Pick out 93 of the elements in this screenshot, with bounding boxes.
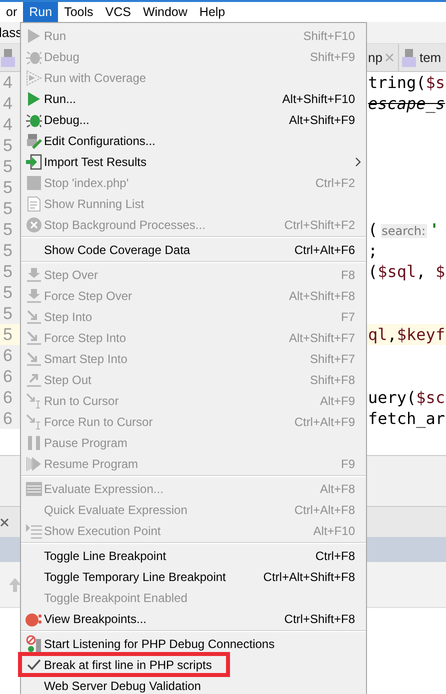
shortcut-text: F8 bbox=[340, 268, 355, 282]
shortcut-text: Alt+F9 bbox=[320, 394, 355, 408]
shortcut-text: F7 bbox=[340, 310, 355, 324]
php-file-icon bbox=[1, 48, 15, 66]
play-icon bbox=[26, 28, 40, 44]
line-number: 5 bbox=[0, 198, 20, 219]
menu-item[interactable]: Debug... Alt+Shift+F9 bbox=[21, 109, 366, 130]
menu-item[interactable]: Toggle Line Breakpoint Ctrl+F8 bbox=[21, 545, 366, 566]
pause-icon bbox=[26, 434, 40, 450]
menu-item[interactable]: Show Code Coverage Data Ctrl+Alt+F6 bbox=[21, 239, 366, 260]
shortcut-text: Shift+F10 bbox=[303, 28, 355, 42]
line-number: 6 bbox=[0, 387, 20, 408]
shortcut-text: Alt+Shift+F8 bbox=[288, 288, 355, 302]
step-over-icon bbox=[26, 266, 42, 282]
line-number: 6 bbox=[0, 345, 20, 366]
execution-point-icon bbox=[24, 522, 42, 538]
shortcut-text: Ctrl+Alt+F9 bbox=[294, 414, 355, 428]
line-number: 5 bbox=[0, 177, 20, 198]
close-icon[interactable] bbox=[385, 53, 394, 62]
code-line: ($sql, $ bbox=[368, 262, 446, 281]
line-number: 5 bbox=[0, 303, 20, 324]
line-number: 5 bbox=[0, 156, 20, 177]
line-number: 5 bbox=[0, 219, 20, 240]
cursor-arrow-icon bbox=[26, 414, 42, 430]
line-number: 5 bbox=[0, 240, 20, 261]
up-arrow-icon bbox=[8, 576, 22, 592]
bug-icon bbox=[26, 112, 42, 128]
step-over-icon bbox=[26, 288, 42, 304]
menu-item[interactable]: Edit Configurations... bbox=[21, 130, 366, 151]
stop-icon bbox=[26, 176, 40, 190]
shortcut-text: Ctrl+F2 bbox=[315, 176, 355, 190]
menu-bar-item[interactable]: or bbox=[0, 2, 24, 22]
menu-item[interactable]: Run... Alt+Shift+F10 bbox=[21, 88, 366, 109]
line-number: 4 bbox=[0, 93, 20, 114]
editor-tab[interactable]: tem bbox=[398, 44, 446, 71]
list-icon bbox=[26, 196, 40, 212]
code-line: fetch_ar bbox=[368, 409, 446, 428]
shortcut-text: Ctrl+Alt+F6 bbox=[294, 242, 355, 256]
shortcut-text: Ctrl+Shift+F2 bbox=[284, 218, 355, 232]
cursor-arrow-icon bbox=[26, 392, 42, 408]
shortcut-text: F9 bbox=[340, 456, 355, 470]
menu-bar-item[interactable]: Tools bbox=[58, 2, 100, 22]
cancel-icon bbox=[26, 216, 42, 232]
hatched-triangle-icon bbox=[26, 70, 42, 86]
close-icon bbox=[0, 518, 9, 526]
shortcut-text: Alt+Shift+F7 bbox=[288, 330, 355, 344]
shortcut-text: Shift+F9 bbox=[310, 50, 355, 64]
code-line: ( search: ' bbox=[368, 220, 440, 239]
menu-bar-item[interactable]: Window bbox=[136, 2, 194, 22]
shortcut-text: Ctrl+Alt+F8 bbox=[294, 502, 355, 516]
shortcut-text: Shift+F7 bbox=[310, 352, 355, 366]
shortcut-text: Alt+Shift+F10 bbox=[282, 92, 355, 106]
import-arrow-icon bbox=[26, 154, 42, 170]
menu-item[interactable]: Toggle Temporary Line Breakpoint Ctrl+Alt+Shift+F8 bbox=[21, 566, 366, 587]
shortcut-text: Ctrl+Shift+F8 bbox=[284, 612, 355, 626]
menu-item[interactable]: View Breakpoints... Ctrl+Shift+F8 bbox=[21, 608, 366, 629]
code-line: uery($sc bbox=[368, 388, 446, 407]
table-icon bbox=[26, 482, 42, 496]
code-line: ql,$keyf bbox=[368, 325, 446, 344]
shortcut-text: Alt+F8 bbox=[320, 482, 355, 496]
line-number: 4 bbox=[0, 72, 20, 93]
step-into-icon bbox=[26, 330, 42, 346]
menu-item[interactable]: Start Listening for PHP Debug Connections bbox=[21, 633, 366, 654]
line-number: 4 bbox=[0, 114, 20, 135]
menu-item[interactable]: Import Test Results bbox=[21, 151, 366, 172]
shortcut-text: Alt+F10 bbox=[313, 524, 355, 538]
menu-bar-item[interactable]: Help bbox=[193, 2, 232, 22]
menu-bar-item[interactable]: VCS bbox=[99, 2, 137, 22]
line-number: 5 bbox=[0, 282, 20, 303]
line-number: 6 bbox=[0, 366, 20, 387]
php-file-icon bbox=[402, 48, 416, 66]
config-pencil-icon bbox=[26, 132, 42, 148]
step-into-icon bbox=[26, 350, 42, 366]
shortcut-text: Ctrl+Alt+Shift+F8 bbox=[263, 570, 355, 584]
shortcut-text: Shift+F8 bbox=[310, 372, 355, 386]
line-number: 5 bbox=[0, 135, 20, 156]
line-number: 5 bbox=[0, 261, 20, 282]
play-icon bbox=[26, 90, 40, 106]
listen-icon bbox=[26, 634, 42, 652]
menu-bar-item[interactable]: Run bbox=[23, 2, 58, 22]
resume-icon bbox=[26, 456, 42, 472]
menu-item[interactable]: Web Server Debug Validation bbox=[21, 675, 366, 694]
step-out-icon bbox=[26, 372, 42, 388]
breakpoint-icon bbox=[24, 610, 42, 626]
bug-icon bbox=[26, 48, 42, 64]
code-line: escape_s bbox=[368, 94, 446, 113]
shortcut-text: Alt+Shift+F9 bbox=[288, 112, 355, 126]
shortcut-text: Ctrl+F8 bbox=[315, 548, 355, 562]
menu-item[interactable]: Break at first line in PHP scripts bbox=[21, 654, 366, 675]
code-line: tring($s bbox=[368, 73, 446, 92]
step-into-icon bbox=[26, 308, 42, 324]
code-line: ; bbox=[368, 241, 378, 260]
line-number: 6 bbox=[0, 408, 20, 429]
